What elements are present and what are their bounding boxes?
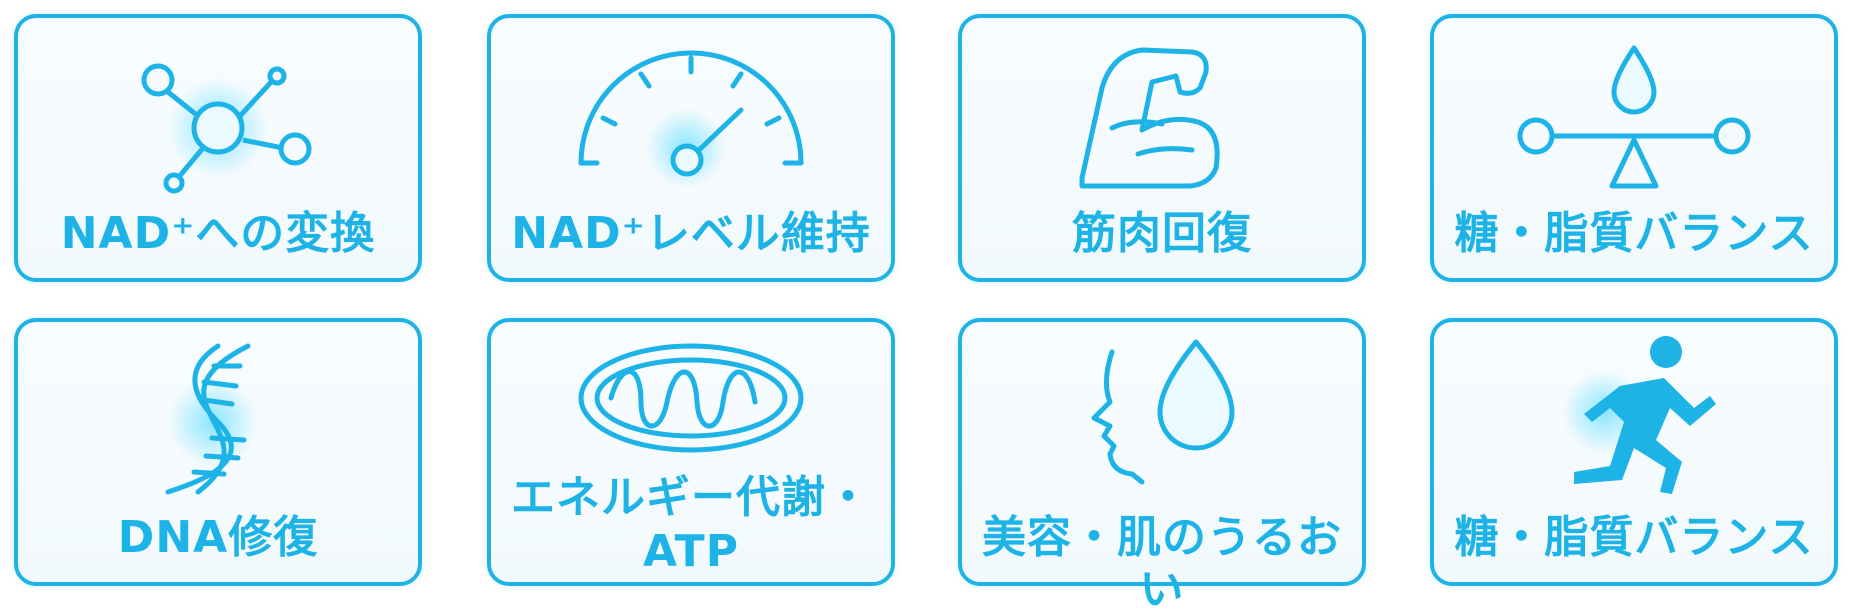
card-label: 美容・肌のうるおい	[982, 512, 1342, 609]
card-nad-conversion: NAD⁺への変換	[14, 14, 422, 282]
benefit-icon-grid: NAD⁺への変換 NAD⁺レベル維持 筋肉回復 糖・脂質バランス DNA修復 エ…	[0, 0, 1860, 609]
card-energy-atp: エネルギー代謝・ ATP	[487, 318, 895, 586]
card-label: DNA修復	[117, 512, 319, 563]
card-label: NAD⁺レベル維持	[511, 208, 871, 259]
card-sugar-lipid-balance-1: 糖・脂質バランス	[1430, 14, 1838, 282]
card-label-line-2: ATP	[643, 526, 739, 577]
card-label: 糖・脂質バランス	[1454, 512, 1814, 563]
card-label: 糖・脂質バランス	[1454, 208, 1814, 259]
card-dna-repair: DNA修復	[14, 318, 422, 586]
card-muscle-recovery: 筋肉回復	[958, 14, 1366, 282]
card-label: 筋肉回復	[1072, 208, 1252, 259]
card-sugar-lipid-balance-2: 糖・脂質バランス	[1430, 318, 1838, 586]
card-label: NAD⁺への変換	[60, 208, 376, 259]
card-beauty-skin: 美容・肌のうるおい	[958, 318, 1366, 609]
card-label-line-1: エネルギー代謝・	[511, 472, 871, 523]
card-nad-level: NAD⁺レベル維持	[487, 14, 895, 282]
